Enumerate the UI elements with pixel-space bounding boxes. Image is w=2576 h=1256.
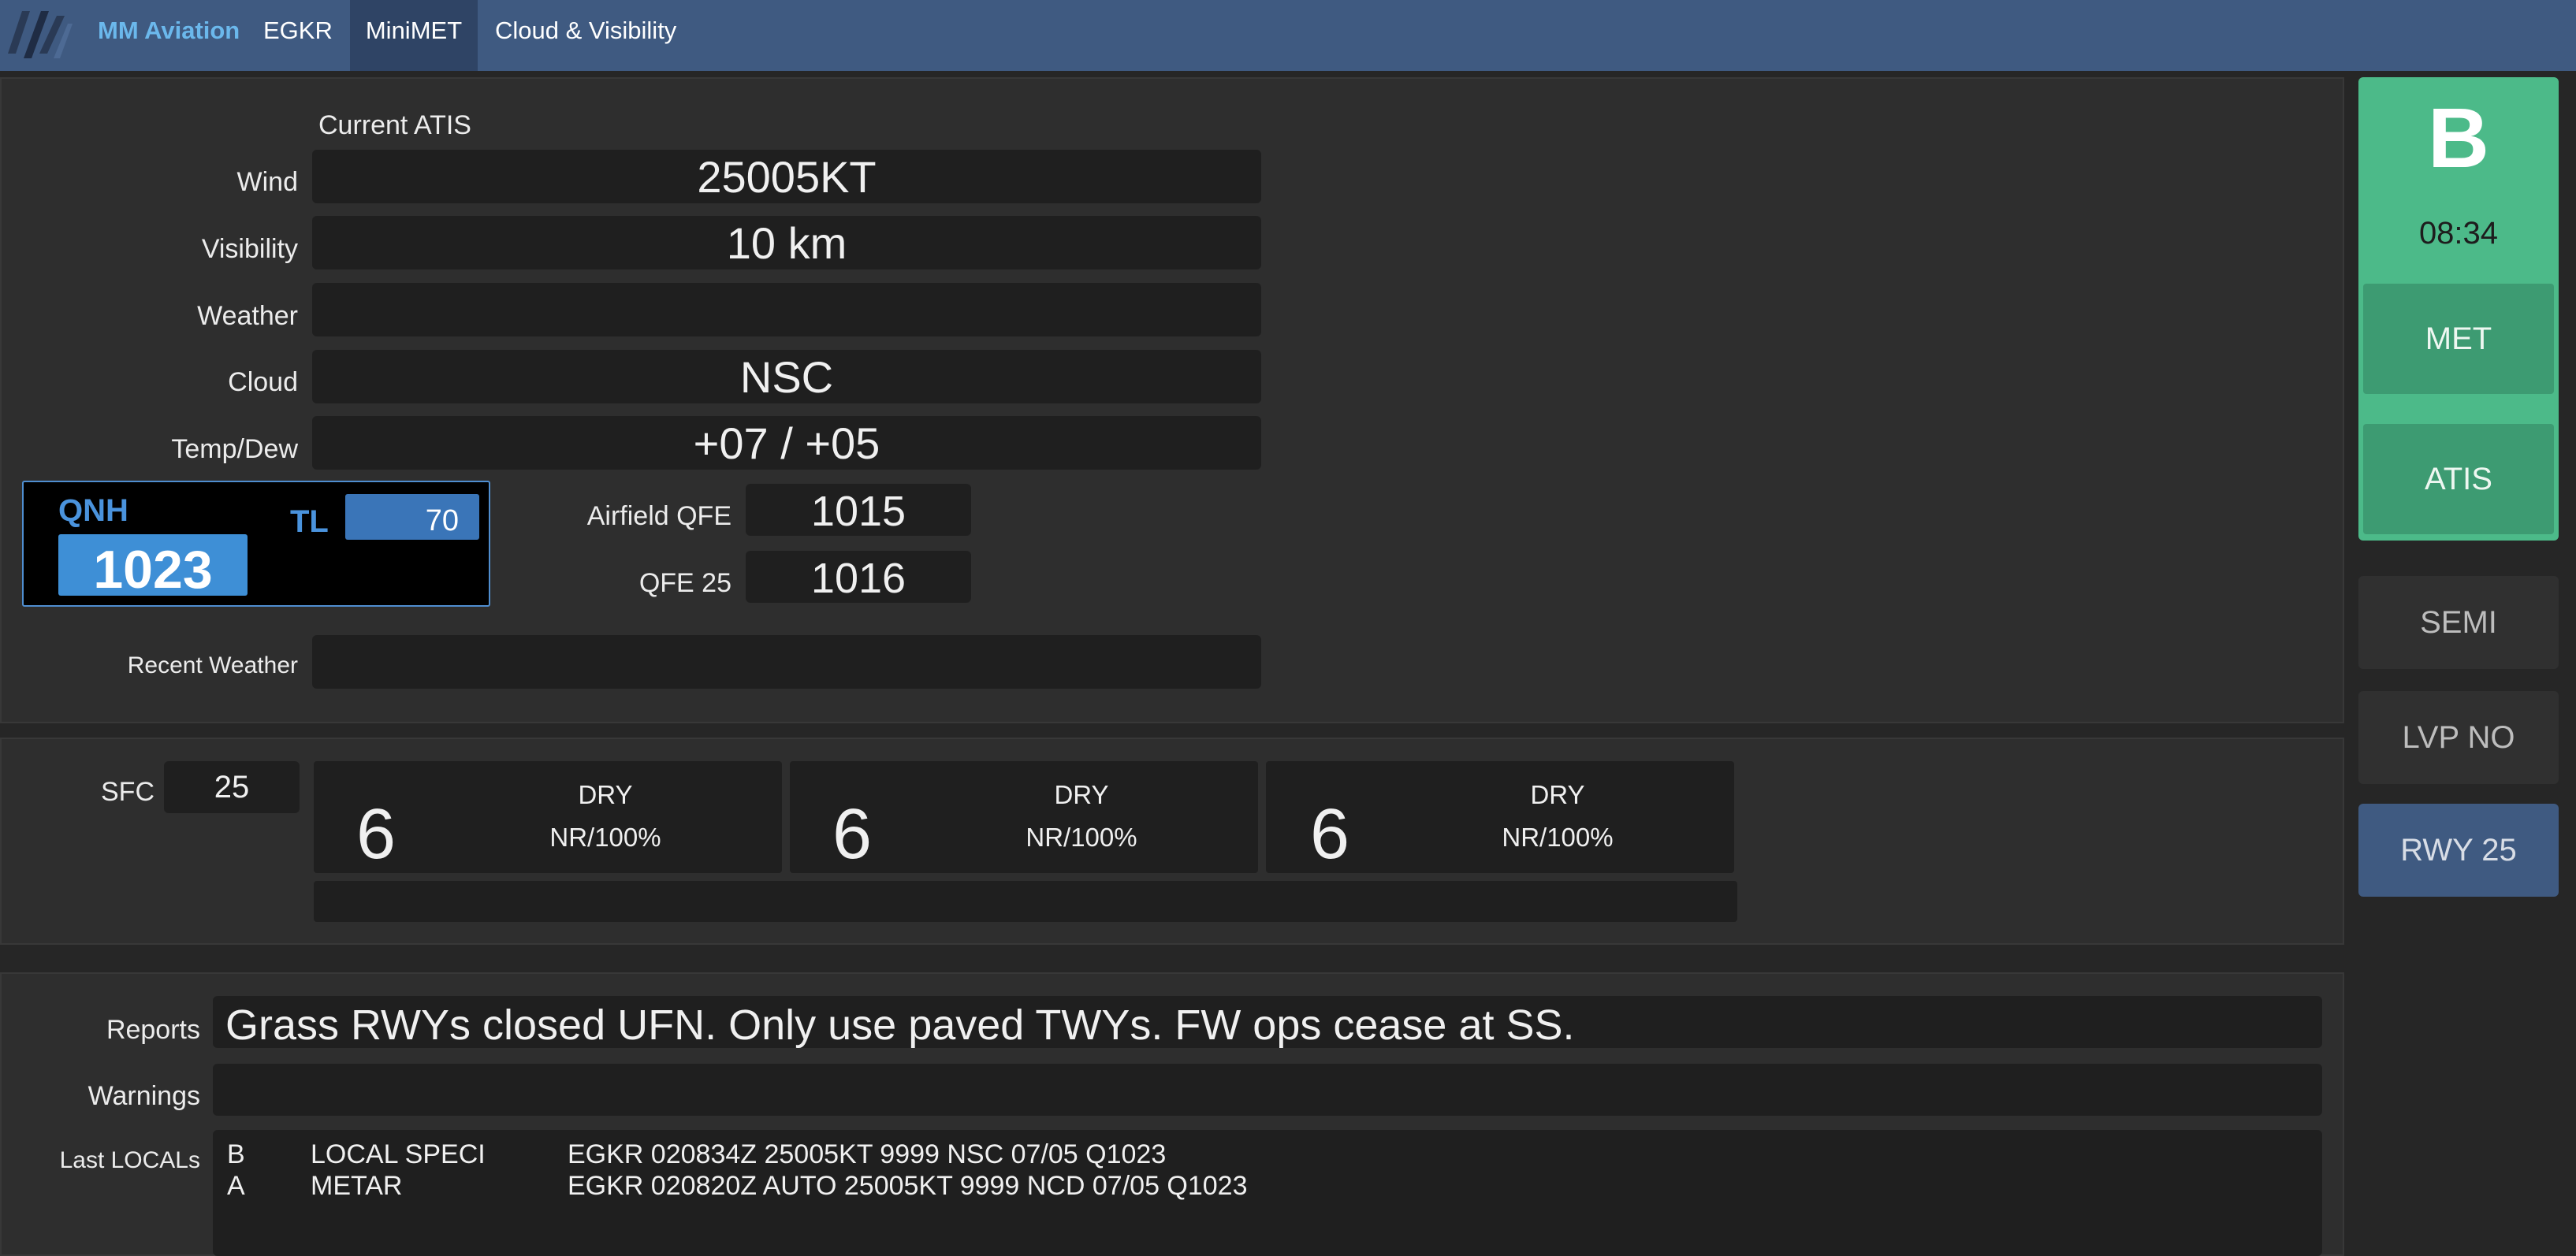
- current-atis-heading: Current ATIS: [318, 110, 471, 140]
- nav-item-cloud-visibility[interactable]: Cloud & Visibility: [479, 0, 692, 71]
- nav-item-egkr[interactable]: EGKR: [248, 0, 348, 71]
- local-1-report: EGKR 020834Z 25005KT 9999 NSC 07/05 Q102…: [568, 1139, 1167, 1169]
- nav-item-minimet[interactable]: MiniMET: [350, 0, 478, 71]
- semi-button[interactable]: SEMI: [2358, 576, 2559, 669]
- qnh-label: QNH: [58, 493, 128, 528]
- segment-3-number: 6: [1310, 795, 1350, 874]
- temp-dew-field: +07 / +05: [312, 416, 1261, 470]
- qfe-25-label: QFE 25: [638, 568, 731, 598]
- recent-weather-field: [312, 635, 1261, 689]
- runway-button[interactable]: RWY 25: [2358, 804, 2559, 897]
- segment-1-number: 6: [356, 795, 396, 874]
- weather-label: Weather: [197, 301, 298, 331]
- last-locals-label: Last LOCALs: [59, 1147, 200, 1173]
- tl-label: TL: [290, 504, 329, 539]
- reports-label: Reports: [106, 1015, 200, 1045]
- segment-1-state: DRY: [578, 780, 633, 809]
- sfc-field: 25: [164, 761, 300, 813]
- runway-remarks-field: [314, 881, 1737, 922]
- qfe-25-field: 1016: [746, 551, 971, 603]
- qnh-value: 1023: [58, 534, 248, 600]
- local-1-id: B: [227, 1139, 245, 1169]
- segment-1-condition: NR/100%: [549, 823, 661, 852]
- tl-value: 70: [345, 494, 479, 540]
- segment-3-state: DRY: [1530, 780, 1585, 809]
- wind-label: Wind: [236, 167, 298, 197]
- segment-2-condition: NR/100%: [1026, 823, 1137, 852]
- met-button[interactable]: MET: [2363, 284, 2554, 394]
- local-2-id: A: [227, 1171, 245, 1201]
- warnings-label: Warnings: [87, 1081, 200, 1111]
- nav-brand[interactable]: MM Aviation: [82, 0, 255, 71]
- airfield-qfe-label: Airfield QFE: [586, 501, 731, 531]
- lvp-button[interactable]: LVP NO: [2358, 691, 2559, 784]
- segment-2-state: DRY: [1054, 780, 1109, 809]
- segment-3-condition: NR/100%: [1502, 823, 1614, 852]
- app-logo-icon[interactable]: [5, 6, 73, 63]
- atis-time: 08:34: [2418, 216, 2499, 251]
- wind-field: 25005KT: [312, 150, 1261, 203]
- cloud-field: NSC: [312, 350, 1261, 403]
- segment-2-number: 6: [832, 795, 873, 874]
- local-1-type: LOCAL SPECI: [311, 1139, 486, 1169]
- weather-field: [312, 283, 1261, 336]
- atis-letter: B: [2428, 90, 2489, 185]
- last-locals-field: [213, 1130, 2322, 1256]
- local-2-report: EGKR 020820Z AUTO 25005KT 9999 NCD 07/05…: [568, 1171, 1248, 1201]
- visibility-label: Visibility: [201, 234, 298, 264]
- temp-dew-label: Temp/Dew: [171, 434, 298, 464]
- warnings-field: [213, 1064, 2322, 1116]
- visibility-field: 10 km: [312, 216, 1261, 269]
- local-2-type: METAR: [311, 1171, 403, 1201]
- atis-button[interactable]: ATIS: [2363, 424, 2554, 534]
- cloud-label: Cloud: [228, 367, 298, 397]
- airfield-qfe-field: 1015: [746, 484, 971, 536]
- recent-weather-label: Recent Weather: [127, 652, 298, 678]
- sfc-label: SFC: [101, 777, 154, 807]
- reports-text: Grass RWYs closed UFN. Only use paved TW…: [225, 1001, 1575, 1049]
